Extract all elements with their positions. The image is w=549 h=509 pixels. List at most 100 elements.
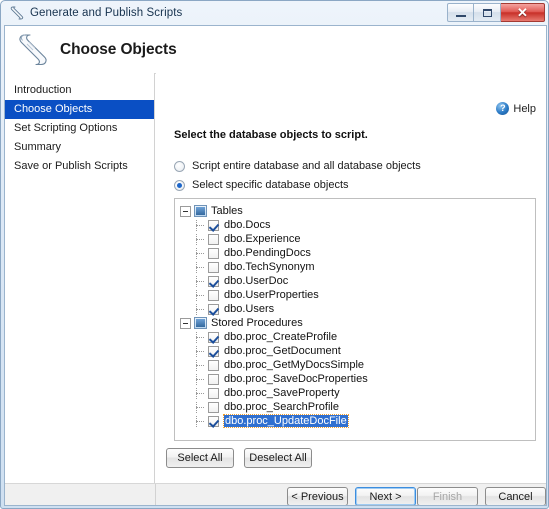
maximize-icon [482,8,492,17]
wizard-footer: < Previous Next > Finish Cancel [5,483,546,505]
radio-label-select-specific-objects: Select specific database objects [192,179,349,191]
client-area: Choose Objects Introduction Choose Objec… [4,25,547,506]
tree-connector-icon [195,373,207,385]
select-all-button[interactable]: Select All [166,448,234,468]
checkbox-checked-icon[interactable] [208,219,219,231]
window-controls: ✕ [447,3,545,22]
deselect-all-button[interactable]: Deselect All [244,448,312,468]
checkbox-unchecked-icon[interactable] [208,387,219,399]
tree-item-dbo-userproperties[interactable]: dbo.UserProperties [179,288,535,302]
tree-connector-icon [195,289,207,301]
tree-item-label-selected: dbo.proc_UpdateDocFile [223,414,349,428]
database-folder-icon [194,205,207,217]
wizard-step-sidebar: Introduction Choose Objects Set Scriptin… [5,73,155,483]
tree-group-stored-procedures[interactable]: Stored Procedures [179,316,535,330]
checkbox-unchecked-icon[interactable] [208,359,219,371]
checkbox-checked-icon[interactable] [208,303,219,315]
tree-connector-icon [195,331,207,343]
collapse-minus-icon[interactable] [180,205,191,217]
window-title: Generate and Publish Scripts [30,7,183,19]
maximize-button[interactable] [474,3,501,22]
database-folder-icon [194,317,207,329]
tree-connector-icon [195,247,207,259]
main-pane: ? Help Select the database objects to sc… [156,73,546,483]
tree-item-label: dbo.Docs [224,219,271,231]
checkbox-unchecked-icon[interactable] [208,261,219,273]
tree-item-dbo-techsynonym[interactable]: dbo.TechSynonym [179,260,535,274]
checkbox-checked-icon[interactable] [208,331,219,343]
tree-connector-icon [195,233,207,245]
tree-item-proc-getdocument[interactable]: dbo.proc_GetDocument [179,344,535,358]
checkbox-unchecked-icon[interactable] [208,247,219,259]
tree-item-label: dbo.proc_CreateProfile [224,331,338,343]
sidebar-item-set-scripting-options[interactable]: Set Scripting Options [5,119,154,138]
tree-group-label-stored-procedures: Stored Procedures [211,317,303,329]
checkbox-unchecked-icon[interactable] [208,289,219,301]
footer-sidebar-filler [5,484,156,505]
application-window: Generate and Publish Scripts ✕ Choose Ob… [0,0,549,509]
radio-script-entire-database[interactable]: Script entire database and all database … [174,160,421,172]
checkbox-checked-icon[interactable] [208,345,219,357]
previous-button[interactable]: < Previous [287,487,348,505]
tree-item-proc-searchprofile[interactable]: dbo.proc_SearchProfile [179,400,535,414]
next-button[interactable]: Next > [355,487,416,505]
tree-item-dbo-docs[interactable]: dbo.Docs [179,218,535,232]
radio-label-script-entire-database: Script entire database and all database … [192,160,421,172]
help-label: Help [513,102,536,115]
tree-item-proc-getmydocssimple[interactable]: dbo.proc_GetMyDocsSimple [179,358,535,372]
tree-connector-icon [195,275,207,287]
title-bar[interactable]: Generate and Publish Scripts ✕ [1,1,549,25]
tree-item-dbo-users[interactable]: dbo.Users [179,302,535,316]
close-icon: ✕ [517,5,528,20]
body-split: Introduction Choose Objects Set Scriptin… [5,73,546,483]
tree-item-dbo-experience[interactable]: dbo.Experience [179,232,535,246]
cancel-button[interactable]: Cancel [485,487,546,505]
tree-item-proc-savedocproperties[interactable]: dbo.proc_SaveDocProperties [179,372,535,386]
finish-button: Finish [417,487,478,505]
checkbox-unchecked-icon[interactable] [208,233,219,245]
tree-item-label: dbo.Users [224,303,275,315]
close-button[interactable]: ✕ [501,3,545,22]
tree-group-label-tables: Tables [211,205,243,217]
minimize-button[interactable] [447,3,474,22]
tree-item-label: dbo.UserProperties [224,289,319,301]
tree-group-tables[interactable]: Tables [179,204,535,218]
checkbox-checked-icon[interactable] [208,275,219,287]
sidebar-item-save-or-publish-scripts[interactable]: Save or Publish Scripts [5,157,154,176]
tree-item-label: dbo.proc_GetDocument [224,345,341,357]
tree-item-label: dbo.proc_SaveDocProperties [224,373,368,385]
tree-item-dbo-userdoc[interactable]: dbo.UserDoc [179,274,535,288]
instruction-text: Select the database objects to script. [174,129,368,141]
script-scroll-icon [16,32,50,68]
tree-item-label: dbo.UserDoc [224,275,289,287]
script-scroll-icon [9,5,25,21]
tree-connector-icon [195,359,207,371]
checkbox-unchecked-icon[interactable] [208,401,219,413]
tree-connector-icon [195,401,207,413]
collapse-minus-icon[interactable] [180,317,191,329]
sidebar-item-introduction[interactable]: Introduction [5,81,154,100]
sidebar-item-summary[interactable]: Summary [5,138,154,157]
radio-select-specific-objects[interactable]: Select specific database objects [174,179,349,191]
minimize-icon [455,12,466,17]
help-link[interactable]: ? Help [496,102,536,115]
tree-connector-icon [195,387,207,399]
checkbox-checked-icon[interactable] [208,415,219,427]
tree-connector-icon [195,261,207,273]
tree-item-label: dbo.TechSynonym [224,261,315,273]
tree-connector-icon [195,415,207,427]
tree-item-label: dbo.Experience [224,233,301,245]
tree-item-label: dbo.proc_SaveProperty [224,387,340,399]
page-header: Choose Objects [5,26,546,74]
checkbox-unchecked-icon[interactable] [208,373,219,385]
radio-button-unchecked-icon [174,160,185,172]
tree-item-proc-createprofile[interactable]: dbo.proc_CreateProfile [179,330,535,344]
tree-item-proc-saveproperty[interactable]: dbo.proc_SaveProperty [179,386,535,400]
sidebar-item-choose-objects[interactable]: Choose Objects [5,100,154,119]
tree-item-proc-updatedocfile[interactable]: dbo.proc_UpdateDocFile [179,414,535,428]
tree-item-label: dbo.proc_GetMyDocsSimple [224,359,365,371]
tree-connector-icon [195,345,207,357]
tree-item-label: dbo.proc_SearchProfile [224,401,339,413]
tree-item-dbo-pendingdocs[interactable]: dbo.PendingDocs [179,246,535,260]
object-tree-panel[interactable]: Tables dbo.Docs dbo.Experience dbo.Pendi… [174,198,536,441]
